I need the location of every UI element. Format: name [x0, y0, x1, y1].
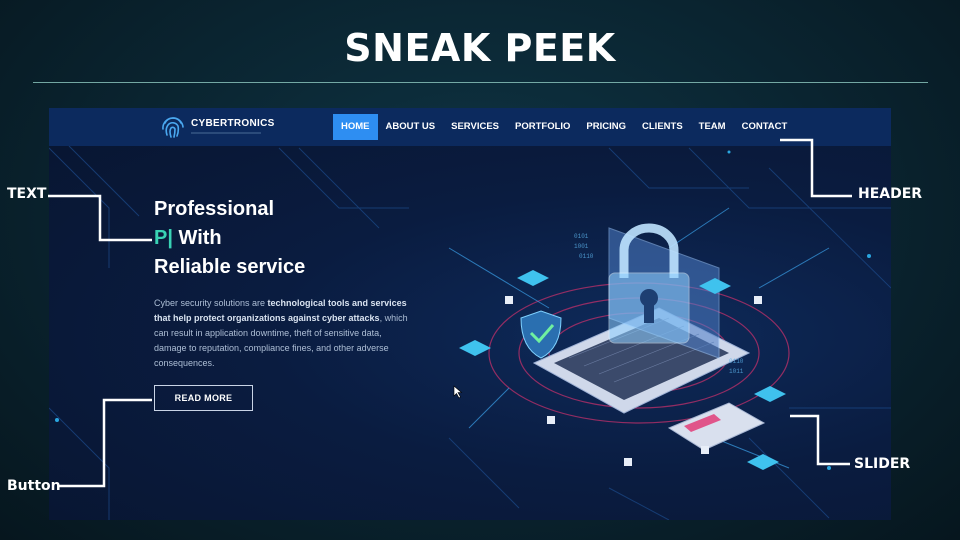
- callout-connectors: [48, 138, 852, 488]
- callout-header-label: HEADER: [858, 186, 923, 202]
- callout-button-label: Button: [7, 478, 61, 494]
- callout-text-label: TEXT: [7, 186, 47, 202]
- callout-slider-label: SLIDER: [854, 456, 911, 472]
